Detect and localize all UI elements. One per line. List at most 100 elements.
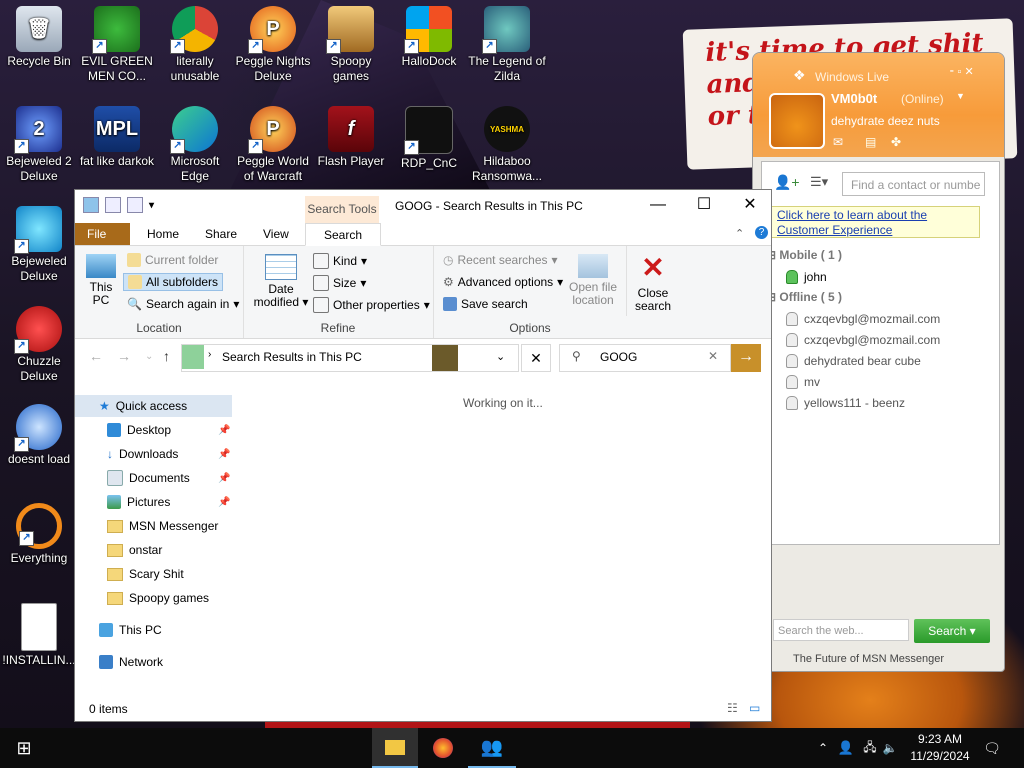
desktop-icon-evil-green-men[interactable]: ↗ EVIL GREEN MEN CO... <box>78 6 156 84</box>
recent-locations-icon[interactable]: ⌄ <box>145 351 153 362</box>
group-offline-header[interactable]: ⊟ Offline ( 5 ) <box>766 290 842 304</box>
desktop-icon-fat-like-darkok[interactable]: MPL fat like darkok <box>78 106 156 169</box>
show-hidden-icons-button[interactable]: ⌃ <box>812 728 834 768</box>
desktop-icon-hildaboo[interactable]: YASHMA Hildaboo Ransomwa... <box>468 106 546 184</box>
close-search-button[interactable]: ✕ Close search <box>631 254 675 313</box>
desktop-icon-bejeweled-2[interactable]: 2 ↗ Bejeweled 2 Deluxe <box>0 106 78 184</box>
search-box[interactable]: ⚲ GOOG ✕ <box>559 344 731 372</box>
up-arrow-icon[interactable]: ↑ <box>163 348 170 364</box>
pin-icon[interactable]: 📌 <box>218 473 230 484</box>
contact-item[interactable]: cxzqevbgl@mozmail.com <box>786 312 940 326</box>
tab-search[interactable]: Search <box>305 223 381 246</box>
find-contact-input[interactable]: Find a contact or numbe <box>842 172 985 196</box>
web-search-button[interactable]: Search ▾ <box>914 619 990 643</box>
desktop-icon-flash-player[interactable]: f Flash Player <box>312 106 390 169</box>
pin-icon[interactable]: 📌 <box>218 425 230 436</box>
desktop-icon-chrome[interactable]: ↗ literally unusable <box>156 6 234 84</box>
desktop-icon-chuzzle[interactable]: ↗ Chuzzle Deluxe <box>0 306 78 384</box>
advanced-options-button[interactable]: ⚙ Advanced options ▾ <box>443 275 563 289</box>
tab-home[interactable]: Home <box>135 223 191 245</box>
desktop-icon-rdp-cnc[interactable]: ↗ RDP_CnC <box>390 106 468 171</box>
current-folder-button[interactable]: Current folder <box>127 253 218 267</box>
size-button[interactable]: Size ▾ <box>313 275 366 291</box>
forward-arrow-icon[interactable]: → <box>117 348 131 364</box>
desktop-icon-peggle-nights[interactable]: P ↗ Peggle Nights Deluxe <box>234 6 312 84</box>
tab-share[interactable]: Share <box>193 223 249 245</box>
msn-butterfly-icon[interactable]: ✤ <box>891 135 901 149</box>
sort-list-icon[interactable]: ☰▾ <box>810 174 828 190</box>
address-dropdown-icon[interactable]: ⌄ <box>496 350 505 363</box>
desktop-icon-bejeweled[interactable]: ↗ Bejeweled Deluxe <box>0 206 78 284</box>
file-explorer-window[interactable]: ▾ Search Tools GOOG - Search Results in … <box>74 189 772 722</box>
pin-icon[interactable]: 📌 <box>218 449 230 460</box>
help-icon[interactable]: ? <box>755 226 768 239</box>
collapse-ribbon-icon[interactable]: ⌃ <box>735 227 744 240</box>
minimize-button[interactable]: — <box>635 190 681 222</box>
msn-window-controls[interactable]: ⁃ ▫ ✕ <box>949 65 974 78</box>
web-search-input[interactable]: Search the web... <box>773 619 909 641</box>
msn-user-name[interactable]: VM0b0t <box>831 91 877 106</box>
customize-toolbar-icon[interactable]: ▾ <box>149 200 154 211</box>
explorer-titlebar[interactable]: ▾ Search Tools GOOG - Search Results in … <box>75 190 773 224</box>
nav-downloads[interactable]: ↓ Downloads <box>107 443 178 465</box>
contact-item[interactable]: mv <box>786 375 820 389</box>
close-button[interactable]: ✕ <box>727 190 773 222</box>
taskbar-msn-messenger[interactable]: 👥 <box>468 728 516 768</box>
nav-msn-messenger[interactable]: MSN Messenger <box>107 515 218 537</box>
msn-messenger-window[interactable]: ❖ Windows Live ⁃ ▫ ✕ VM0b0t (Online) ▼ d… <box>752 52 1005 672</box>
recent-searches-button[interactable]: ◷ Recent searches ▾ <box>443 253 558 267</box>
maximize-button[interactable]: ☐ <box>681 190 727 222</box>
large-icons-view-icon[interactable]: ▭ <box>749 701 760 715</box>
spaces-icon[interactable]: ▤ <box>865 135 876 149</box>
start-button[interactable]: ⊞ <box>0 728 48 768</box>
customer-experience-link[interactable]: Click here to learn about the Customer E… <box>768 206 980 238</box>
all-subfolders-button[interactable]: All subfolders <box>123 273 224 291</box>
taskbar-file-explorer[interactable] <box>372 728 418 768</box>
clear-search-icon[interactable]: ✕ <box>708 349 718 363</box>
desktop-icon-hallodock[interactable]: ↗ HalloDock <box>390 6 468 69</box>
search-again-button[interactable]: 🔍 Search again in ▾ <box>127 297 239 311</box>
nav-network[interactable]: Network <box>99 651 163 673</box>
other-properties-button[interactable]: Other properties ▾ <box>313 297 430 313</box>
kind-button[interactable]: Kind ▾ <box>313 253 367 269</box>
open-file-location-button[interactable]: Open file location <box>567 254 619 307</box>
nav-scary-shit[interactable]: Scary Shit <box>107 563 184 585</box>
tab-view[interactable]: View <box>251 223 301 245</box>
save-search-button[interactable]: Save search <box>443 297 528 311</box>
notifications-button[interactable]: 🗨 <box>980 728 1004 768</box>
contact-item[interactable]: dehydrated bear cube <box>786 354 921 368</box>
desktop-icon-spoopy-games[interactable]: ↗ Spoopy games <box>312 6 390 84</box>
date-modified-button[interactable]: Date modified ▾ <box>253 254 309 309</box>
nav-this-pc[interactable]: This PC <box>99 619 162 641</box>
tray-volume-icon[interactable]: 🔈 <box>880 728 900 768</box>
contact-item[interactable]: yellows111 - beenz <box>786 396 905 410</box>
breadcrumb-chevron-icon[interactable]: › <box>208 349 211 360</box>
desktop-icon-recycle-bin[interactable]: 🗑 Recycle Bin <box>0 6 78 69</box>
address-bar[interactable]: › Search Results in This PC ⌄ <box>181 344 519 372</box>
tray-msn-icon[interactable]: 👤 <box>836 728 856 768</box>
desktop-icon-thunderbird[interactable]: ↗ doesnt load <box>0 404 78 467</box>
nav-spoopy-games[interactable]: Spoopy games <box>107 587 209 609</box>
tray-network-icon[interactable]: 🖧 <box>860 728 880 768</box>
contact-item[interactable]: john <box>786 270 827 284</box>
desktop-icon-everything[interactable]: ↗ Everything <box>0 503 78 566</box>
search-go-arrow-icon[interactable]: → <box>731 344 761 372</box>
nav-documents[interactable]: Documents <box>107 467 190 489</box>
nav-desktop[interactable]: Desktop <box>107 419 171 441</box>
pin-icon[interactable]: 📌 <box>218 497 230 508</box>
msn-user-status[interactable]: (Online) <box>901 92 944 106</box>
nav-pictures[interactable]: Pictures <box>107 491 170 513</box>
properties-icon[interactable] <box>105 197 121 213</box>
group-mobile-header[interactable]: ⊟ Mobile ( 1 ) <box>766 248 842 262</box>
tab-file[interactable]: File <box>75 223 130 245</box>
stop-search-icon[interactable]: ✕ <box>521 344 551 372</box>
desktop-icon-edge[interactable]: ↗ Microsoft Edge <box>156 106 234 184</box>
desktop-icon-legend-of-zilda[interactable]: ↗ The Legend of Zilda <box>468 6 546 84</box>
user-avatar[interactable] <box>769 93 825 149</box>
desktop-icon-installing[interactable]: !INSTALLIN... <box>0 603 78 668</box>
add-contact-icon[interactable]: 👤+ <box>774 174 800 191</box>
msn-personal-message[interactable]: dehydrate deez nuts <box>831 114 940 128</box>
back-arrow-icon[interactable]: ← <box>89 348 103 364</box>
nav-onstar[interactable]: onstar <box>107 539 162 561</box>
taskbar-clock[interactable]: 9:23 AM 11/29/2024 <box>902 731 978 765</box>
